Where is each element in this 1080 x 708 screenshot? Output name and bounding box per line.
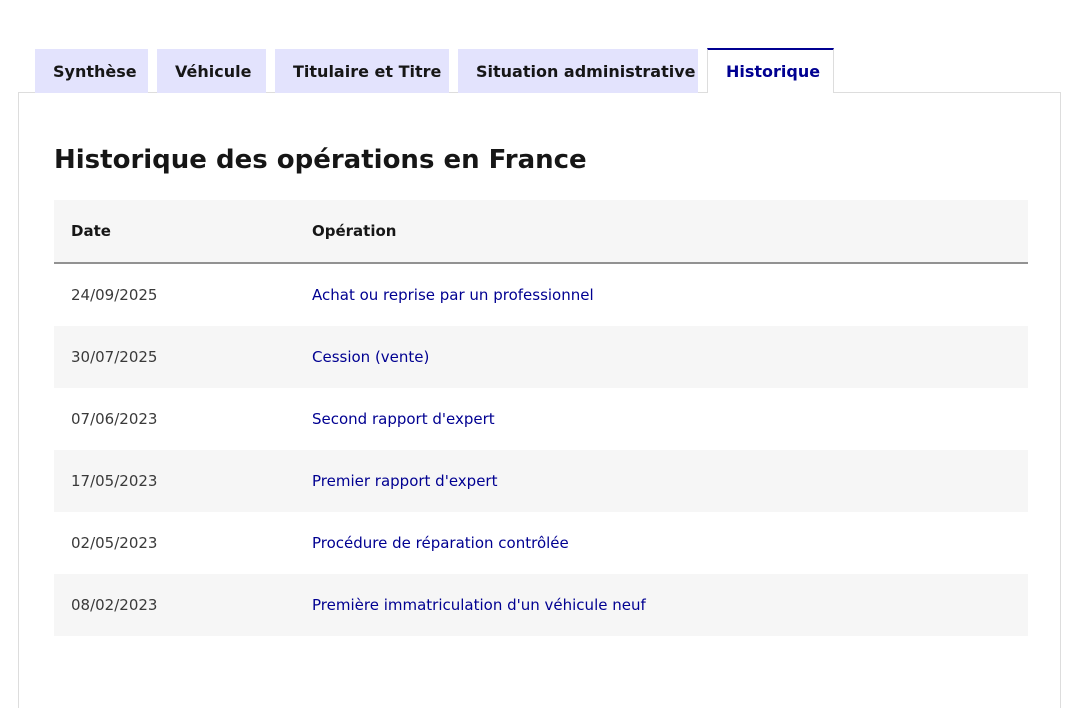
tab-list: Synthèse Véhicule Titulaire et Titre Sit…: [35, 48, 834, 93]
row-date: 17/05/2023: [71, 472, 158, 490]
table-row: 08/02/2023 Première immatriculation d'un…: [54, 574, 1028, 636]
table-header-row: Date Opération: [54, 200, 1028, 264]
column-header-date: Date: [71, 222, 111, 240]
page: Synthèse Véhicule Titulaire et Titre Sit…: [0, 0, 1080, 708]
tab-titulaire-et-titre[interactable]: Titulaire et Titre: [275, 49, 449, 93]
table-row: 07/06/2023 Second rapport d'expert: [54, 388, 1028, 450]
row-operation: Cession (vente): [312, 348, 430, 366]
tab-panel-historique: Historique des opérations en France Date…: [18, 92, 1061, 708]
operations-table: Date Opération 24/09/2025 Achat ou repri…: [54, 200, 1028, 636]
row-operation: Première immatriculation d'un véhicule n…: [312, 596, 646, 614]
row-operation: Achat ou reprise par un professionnel: [312, 286, 594, 304]
table-row: 02/05/2023 Procédure de réparation contr…: [54, 512, 1028, 574]
row-date: 24/09/2025: [71, 286, 158, 304]
row-date: 07/06/2023: [71, 410, 158, 428]
row-date: 02/05/2023: [71, 534, 158, 552]
tab-situation-administrative[interactable]: Situation administrative: [458, 49, 698, 93]
row-date: 30/07/2025: [71, 348, 158, 366]
column-header-operation: Opération: [312, 222, 397, 240]
table-row: 30/07/2025 Cession (vente): [54, 326, 1028, 388]
row-date: 08/02/2023: [71, 596, 158, 614]
tab-vehicule[interactable]: Véhicule: [157, 49, 266, 93]
panel-title: Historique des opérations en France: [54, 145, 587, 175]
table-row: 17/05/2023 Premier rapport d'expert: [54, 450, 1028, 512]
row-operation: Premier rapport d'expert: [312, 472, 498, 490]
tab-historique[interactable]: Historique: [707, 48, 834, 93]
row-operation: Procédure de réparation contrôlée: [312, 534, 569, 552]
tab-synthese[interactable]: Synthèse: [35, 49, 148, 93]
row-operation: Second rapport d'expert: [312, 410, 495, 428]
table-row: 24/09/2025 Achat ou reprise par un profe…: [54, 264, 1028, 326]
